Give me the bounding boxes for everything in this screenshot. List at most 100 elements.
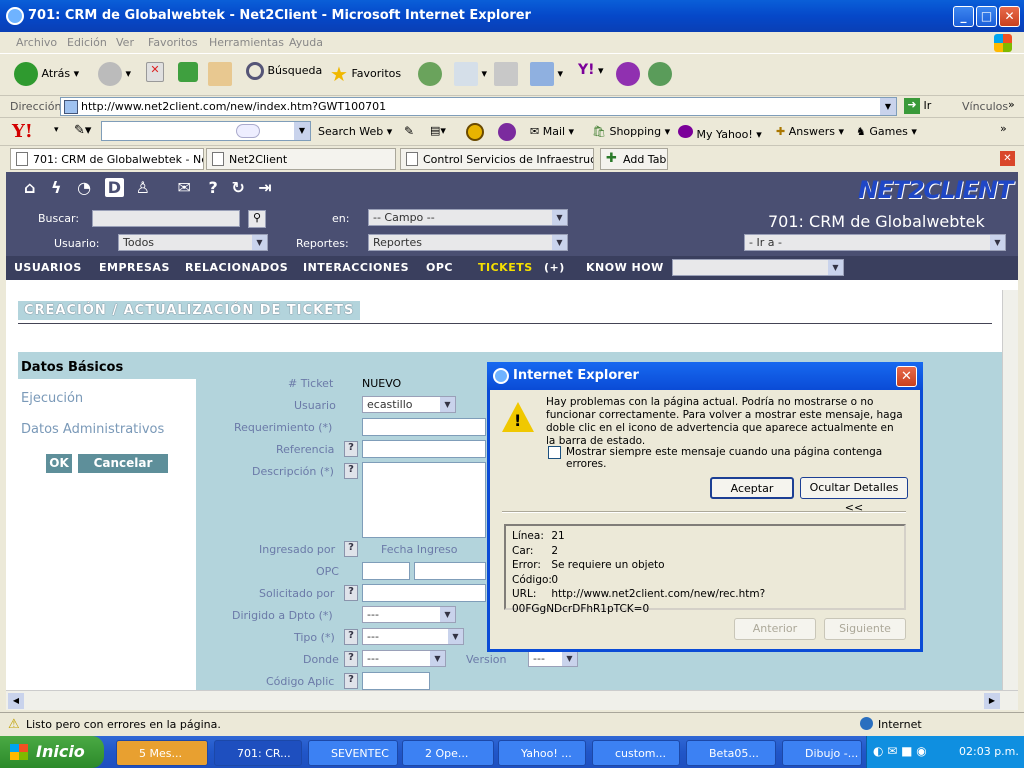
maximize-button[interactable]: □ bbox=[976, 6, 997, 27]
nav-add[interactable]: (+) bbox=[544, 261, 565, 274]
close-button[interactable]: ✕ bbox=[999, 6, 1020, 27]
messenger-button[interactable] bbox=[616, 62, 640, 86]
clock-icon[interactable]: ◔ bbox=[77, 178, 91, 197]
nav-tickets[interactable]: TICKETS bbox=[478, 261, 533, 274]
print-button[interactable] bbox=[494, 62, 518, 86]
always-show-checkbox[interactable] bbox=[548, 446, 561, 459]
nav-know-how[interactable]: KNOW HOW bbox=[586, 261, 664, 274]
dirigido-select[interactable]: --- bbox=[362, 606, 456, 623]
yahoo-button[interactable]: Y! ▾ bbox=[578, 62, 604, 78]
back-button[interactable]: Atrás ▾ bbox=[14, 62, 79, 86]
nav-usuarios[interactable]: USUARIOS bbox=[14, 261, 82, 274]
my-yahoo-link[interactable]: My Yahoo! ▾ bbox=[678, 125, 762, 141]
antispy-icon[interactable] bbox=[498, 123, 516, 141]
opc-input-2[interactable] bbox=[414, 562, 486, 580]
favorites-button[interactable]: ★ Favoritos bbox=[330, 62, 401, 86]
close-tab-icon[interactable]: ✕ bbox=[1000, 151, 1015, 166]
tray-icons[interactable]: ◐ ✉ ■ ◉ bbox=[873, 744, 927, 758]
task-seventec[interactable]: SEVENTEC bbox=[308, 740, 398, 766]
tab-crm[interactable]: 701: CRM de Globalwebtek - Ne... bbox=[10, 148, 204, 170]
cancel-button[interactable]: Cancelar bbox=[78, 454, 168, 473]
help-donde-icon[interactable]: ? bbox=[344, 651, 358, 667]
help-tipo-icon[interactable]: ? bbox=[344, 629, 358, 645]
menu-archivo[interactable]: Archivo bbox=[16, 36, 57, 49]
dialog-titlebar[interactable]: Internet Explorer ✕ bbox=[487, 362, 923, 390]
edit-button[interactable]: ▾ bbox=[530, 62, 563, 86]
task-custom[interactable]: custom... bbox=[592, 740, 680, 766]
help-solicitado-icon[interactable]: ? bbox=[344, 585, 358, 601]
help-ingresado-icon[interactable]: ? bbox=[344, 541, 358, 557]
ok-button[interactable]: OK bbox=[46, 454, 72, 473]
d-icon[interactable]: D bbox=[104, 178, 124, 197]
add-tab-button[interactable]: ✚ Add Tab bbox=[600, 148, 668, 170]
stop-button[interactable]: ✕ bbox=[146, 62, 164, 82]
menu-ayuda[interactable]: Ayuda bbox=[289, 36, 323, 49]
menu-edicion[interactable]: Edición bbox=[67, 36, 107, 49]
yahoo-more-chevron-icon[interactable]: » bbox=[1000, 122, 1007, 135]
sync-icon[interactable]: ↻ bbox=[231, 178, 244, 197]
nav-relacionados[interactable]: RELACIONADOS bbox=[185, 261, 288, 274]
help-codigo-icon[interactable]: ? bbox=[344, 673, 358, 689]
task-crm[interactable]: 701: CR... bbox=[214, 740, 302, 766]
buscar-magnifier-icon[interactable]: ⚲ bbox=[248, 210, 266, 228]
address-dropdown-icon[interactable]: ▼ bbox=[880, 98, 896, 115]
referencia-input[interactable] bbox=[362, 440, 486, 458]
help-descripcion-icon[interactable]: ? bbox=[344, 463, 358, 479]
codigo-input[interactable] bbox=[362, 672, 430, 690]
nav-empresas[interactable]: EMPRESAS bbox=[99, 261, 170, 274]
target-icon[interactable] bbox=[466, 123, 484, 141]
tab-control-servicios[interactable]: Control Servicios de Infraestruc... bbox=[400, 148, 594, 170]
campo-select[interactable]: -- Campo -- bbox=[368, 209, 568, 226]
buscar-input[interactable] bbox=[92, 210, 240, 227]
shopping-link[interactable]: 🛍 Shopping ▾ bbox=[592, 125, 670, 138]
nav-interacciones[interactable]: INTERACCIONES bbox=[303, 261, 409, 274]
tab-datos-administrativos[interactable]: Datos Administrativos bbox=[21, 422, 164, 437]
search-dropdown-icon[interactable]: ▼ bbox=[294, 122, 310, 140]
hide-details-button[interactable]: Ocultar Detalles << bbox=[800, 477, 908, 514]
yahoo-logo-icon[interactable]: Y! bbox=[12, 121, 33, 142]
answers-link[interactable]: ✚ Answers ▾ bbox=[776, 125, 844, 138]
dialog-close-button[interactable]: ✕ bbox=[896, 366, 917, 387]
search-web-button[interactable]: Search Web ▾ bbox=[318, 125, 392, 138]
horizontal-scrollbar[interactable]: ◀ ▶ bbox=[6, 690, 1018, 710]
reportes-select[interactable]: Reportes bbox=[368, 234, 568, 251]
know-how-select[interactable] bbox=[672, 259, 844, 276]
menu-ver[interactable]: Ver bbox=[116, 36, 134, 49]
task-messenger[interactable]: 5 Mes... bbox=[116, 740, 208, 766]
home-button[interactable] bbox=[208, 62, 232, 86]
ira-select[interactable]: - Ir a - bbox=[744, 234, 1006, 251]
links-chevron-icon[interactable]: » bbox=[1008, 98, 1015, 111]
envelope-icon[interactable]: ✉ bbox=[178, 178, 191, 197]
donde-select[interactable]: --- bbox=[362, 650, 446, 667]
yahoo-search-input[interactable]: ▼ bbox=[101, 121, 311, 141]
solicitado-input[interactable] bbox=[362, 584, 486, 602]
task-beta05[interactable]: Beta05... bbox=[686, 740, 776, 766]
tipo-select[interactable]: --- bbox=[362, 628, 464, 645]
start-button[interactable]: Inicio bbox=[0, 736, 104, 768]
menu-favoritos[interactable]: Favoritos bbox=[148, 36, 198, 49]
minimize-button[interactable]: _ bbox=[953, 6, 974, 27]
mail-link[interactable]: ✉ Mail ▾ bbox=[530, 125, 574, 138]
usuario-select[interactable]: Todos bbox=[118, 234, 268, 251]
history-button[interactable] bbox=[418, 62, 442, 86]
layout-icon[interactable]: ▤▾ bbox=[430, 124, 446, 137]
window-titlebar[interactable]: 701: CRM de Globalwebtek - Net2Client - … bbox=[0, 0, 1024, 32]
msn-contacts-button[interactable] bbox=[648, 62, 672, 86]
vertical-scrollbar[interactable] bbox=[1002, 290, 1018, 690]
refresh-button[interactable] bbox=[178, 62, 198, 82]
logout-icon[interactable]: ⇥ bbox=[258, 178, 271, 197]
address-input[interactable]: http://www.net2client.com/new/index.htm?… bbox=[60, 97, 897, 116]
yahoo-menu-chevron-icon[interactable]: ▾ bbox=[54, 125, 59, 135]
tab-datos-basicos[interactable]: Datos Básicos bbox=[21, 360, 123, 375]
opc-input-1[interactable] bbox=[362, 562, 410, 580]
search-button[interactable]: Búsqueda bbox=[246, 62, 322, 80]
links-label[interactable]: Vínculos bbox=[962, 100, 1008, 113]
forward-button[interactable]: ▾ bbox=[98, 62, 131, 86]
menu-herramientas[interactable]: Herramientas bbox=[209, 36, 284, 49]
help-referencia-icon[interactable]: ? bbox=[344, 441, 358, 457]
home-icon[interactable]: ⌂ bbox=[24, 178, 35, 197]
page-error-warning-icon[interactable]: ⚠ bbox=[8, 717, 20, 732]
usuario-form-select[interactable]: ecastillo bbox=[362, 396, 456, 413]
mail-button[interactable]: ▾ bbox=[454, 62, 487, 86]
help-icon[interactable]: ? bbox=[208, 178, 217, 197]
